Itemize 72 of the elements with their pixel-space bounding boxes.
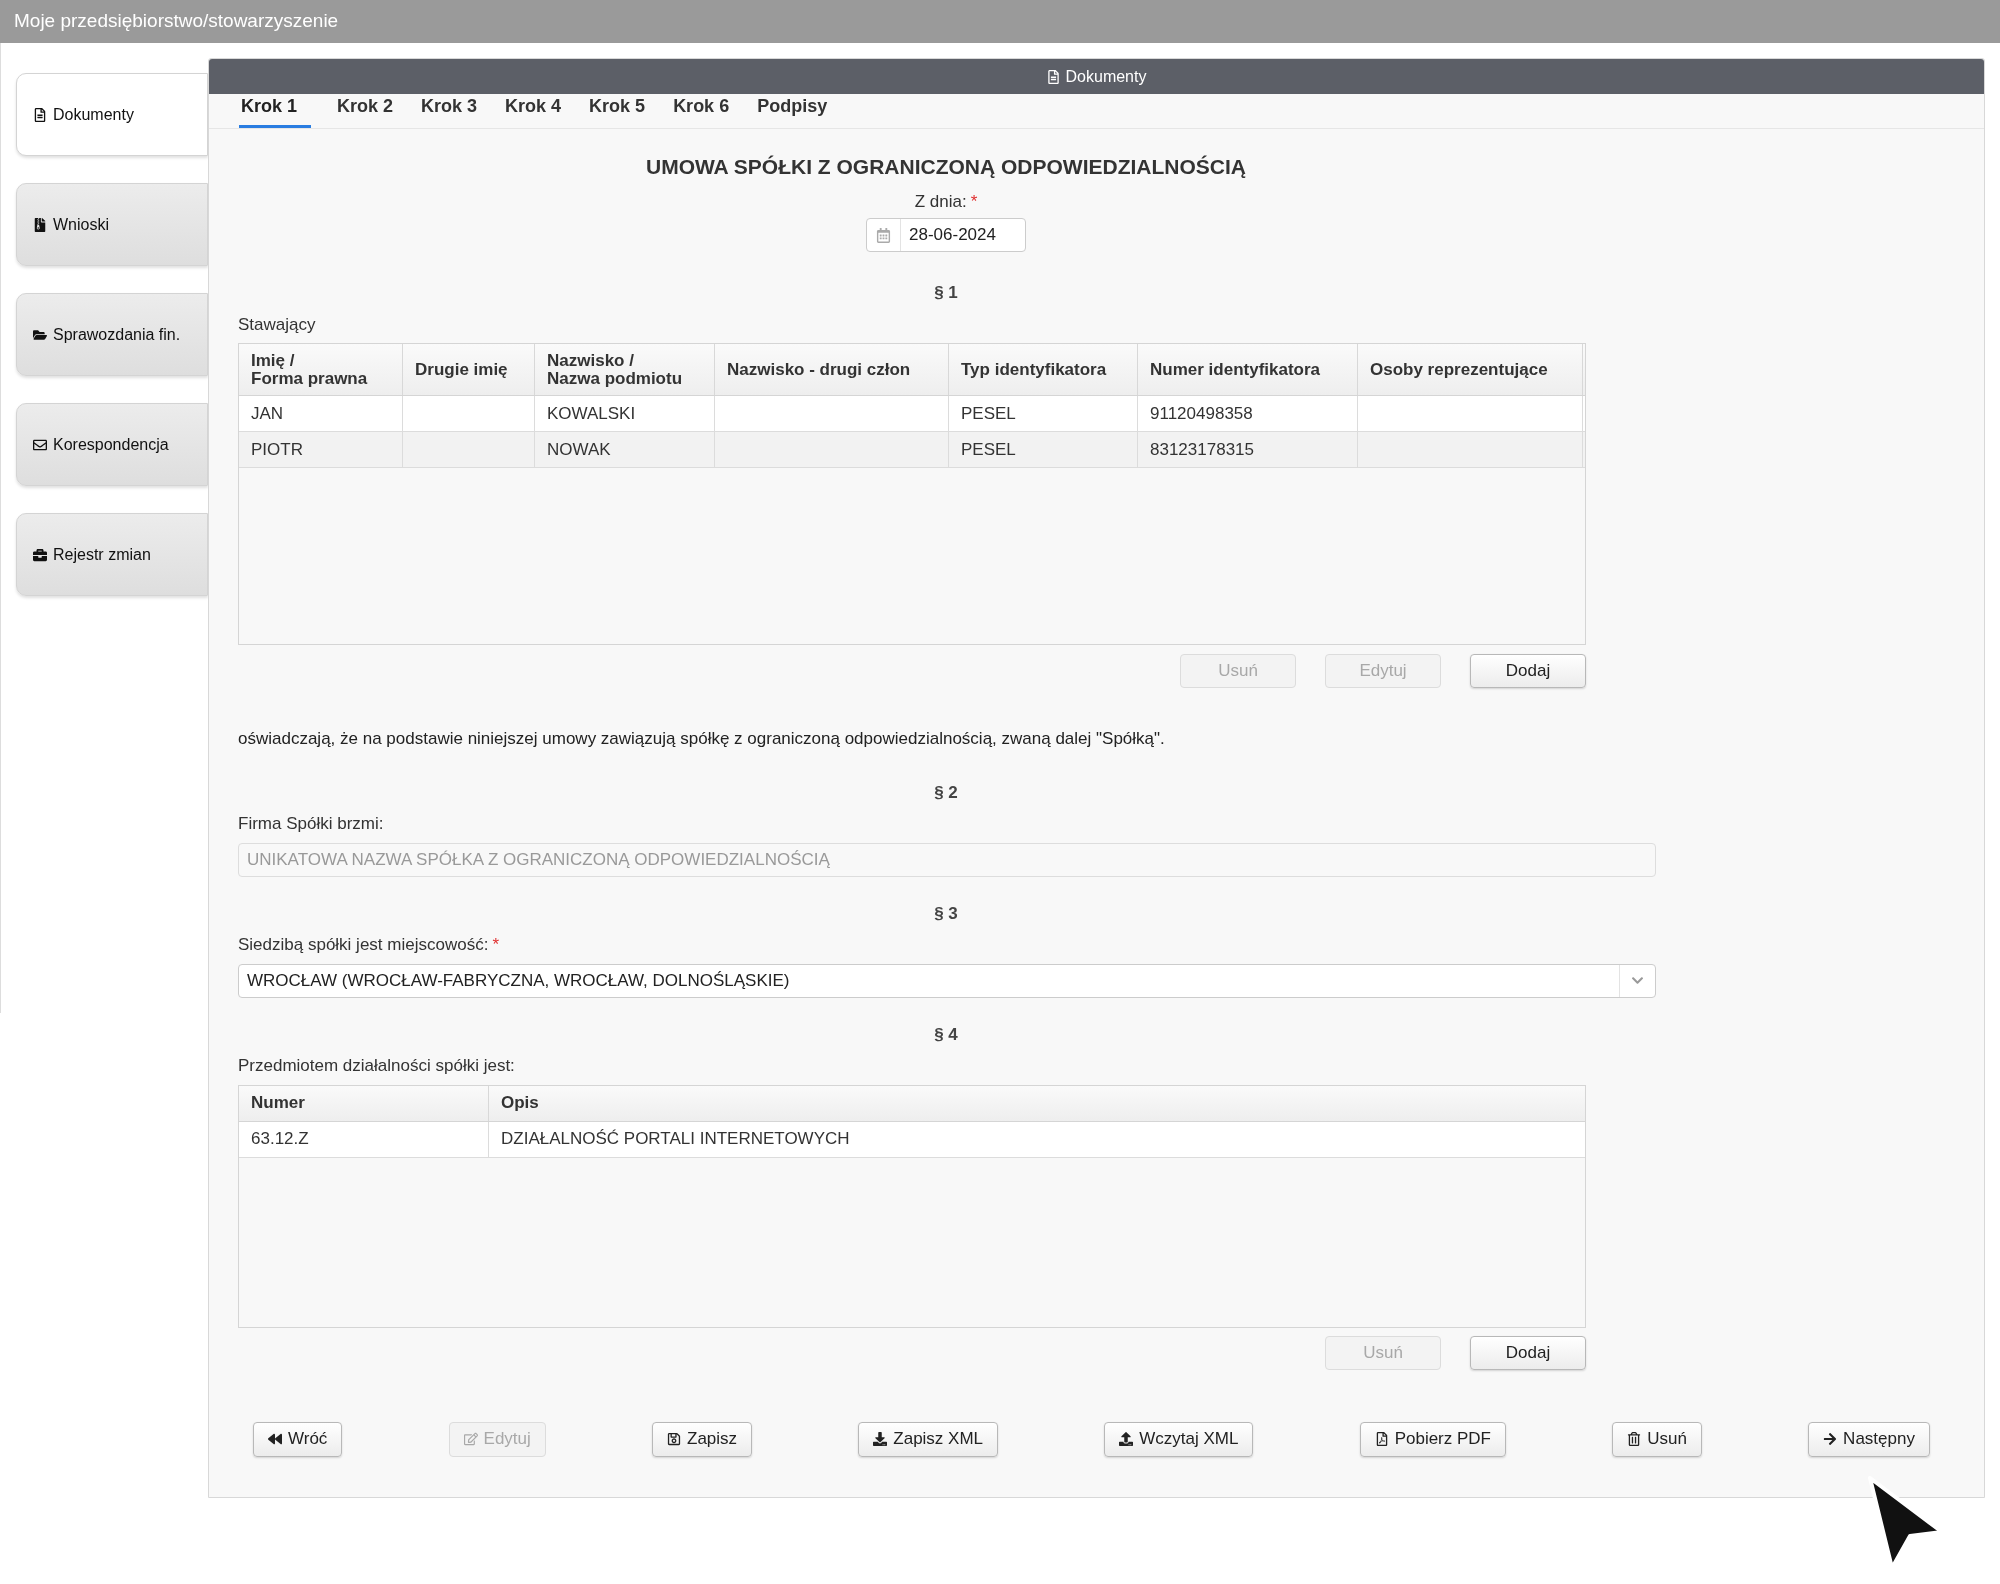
table-cell-text: DZIAŁALNOŚĆ PORTALI INTERNETOWYCH: [501, 1128, 850, 1151]
sidebar-tab[interactable]: Wnioski: [16, 183, 208, 266]
document-icon: [33, 107, 47, 122]
toolbar-button[interactable]: Zapisz XML: [858, 1421, 999, 1457]
briefcase-icon: [33, 547, 47, 562]
column-header: Typ identyfikatora: [961, 360, 1107, 379]
step-tab[interactable]: Krok 4: [503, 93, 564, 128]
panel-title: Dokumenty: [1065, 66, 1147, 87]
statement-text: oświadczają, że na podstawie niniejszej umowy zawiązują spółkę z ograniczoną odpowiedzialnością, zwaną dalej "Spółką".: [238, 728, 1166, 750]
table-cell-text: PIOTR: [251, 438, 303, 461]
toolbar-button[interactable]: Wróć: [253, 1421, 343, 1457]
step-tab[interactable]: Krok 5: [587, 93, 648, 128]
step-tab[interactable]: Krok 3: [419, 93, 480, 128]
field-label: Firma Spółki brzmi:: [238, 813, 385, 835]
section-heading: § 4: [934, 1023, 958, 1046]
sidebar-tab[interactable]: Korespondencja: [16, 403, 208, 486]
column-header: Numer: [251, 1092, 305, 1115]
pdf-file-icon: [1374, 1432, 1389, 1446]
table-cell-text: 63.12.Z: [251, 1128, 309, 1151]
toolbar-button[interactable]: Usuń: [1612, 1421, 1702, 1457]
archive-file-icon: [33, 217, 47, 232]
section-heading: § 2: [934, 781, 958, 804]
toolbar-button[interactable]: Zapisz: [652, 1421, 753, 1457]
toolbar-button[interactable]: Następny: [1808, 1421, 1930, 1457]
toolbar-button[interactable]: Wczytaj XML: [1104, 1421, 1254, 1457]
column-header: Imię / Forma prawna: [251, 351, 368, 388]
calendar-icon: [876, 227, 891, 243]
table-cell-text: KOWALSKI: [547, 402, 636, 425]
toolbar-button[interactable]: Pobierz PDF: [1359, 1421, 1506, 1457]
field-label: Stawający: [238, 313, 317, 336]
sidebar-tab[interactable]: Dokumenty: [16, 73, 208, 156]
step-tab[interactable]: Krok 6: [671, 93, 732, 128]
step-tab[interactable]: Podpisy: [755, 93, 830, 128]
required-mark: *: [970, 190, 978, 213]
folder-icon: [33, 327, 47, 342]
column-header: Nazwisko - drugi człon: [727, 360, 911, 379]
table-cell-text: 83123178315: [1150, 438, 1254, 461]
step-tab[interactable]: Krok 2: [335, 93, 396, 128]
document-heading: UMOWA SPÓŁKI Z OGRANICZONĄ ODPOWIEDZIALNOŚCIĄ: [645, 154, 1246, 180]
field-label: Z dnia:: [914, 190, 967, 213]
required-mark: *: [492, 935, 499, 954]
rewind-icon: [268, 1432, 282, 1446]
date-field[interactable]: 28-06-2024: [866, 218, 1026, 252]
table-cell-text: PESEL: [961, 438, 1016, 461]
trash-icon: [1627, 1432, 1642, 1446]
column-header: Osoby reprezentujące: [1370, 360, 1548, 379]
arrow-right-icon: [1823, 1432, 1838, 1446]
edit-icon: [463, 1432, 478, 1446]
app-title: Moje przedsiębiorstwo/stowarzyszenie: [14, 9, 339, 34]
document-icon: [1046, 69, 1060, 84]
table-cell-text: 91120498358: [1150, 402, 1253, 425]
button[interactable]: Dodaj: [1470, 1335, 1586, 1370]
column-header: Nazwisko / Nazwa podmiotu: [547, 351, 683, 388]
table-cell-text: JAN: [251, 402, 284, 425]
section-heading: § 3: [934, 902, 958, 925]
field-label: Siedzibą spółki jest miejscowość:: [238, 935, 489, 954]
sidebar-tab[interactable]: Rejestr zmian: [16, 513, 208, 596]
chevron-down-icon: [1631, 974, 1644, 987]
step-tab[interactable]: Krok 1: [239, 93, 311, 128]
envelope-icon: [33, 437, 47, 452]
column-header: Drugie imię: [415, 360, 508, 379]
section-heading: § 1: [934, 282, 958, 304]
button[interactable]: Dodaj: [1470, 654, 1586, 688]
table-cell-text: NOWAK: [547, 438, 611, 461]
sidebar-tab[interactable]: Sprawozdania fin.: [16, 293, 208, 376]
field-label: Przedmiotem działalności spółki jest:: [238, 1055, 516, 1077]
upload-icon: [1119, 1432, 1134, 1446]
table-cell-text: PESEL: [961, 402, 1016, 425]
city-select[interactable]: WROCŁAW (WROCŁAW-FABRYCZNA, WROCŁAW, DOLNOŚLĄSKIE): [238, 963, 1656, 998]
column-header: Opis: [501, 1092, 539, 1115]
download-icon: [873, 1432, 888, 1446]
column-header: Numer identyfikatora: [1150, 360, 1321, 379]
